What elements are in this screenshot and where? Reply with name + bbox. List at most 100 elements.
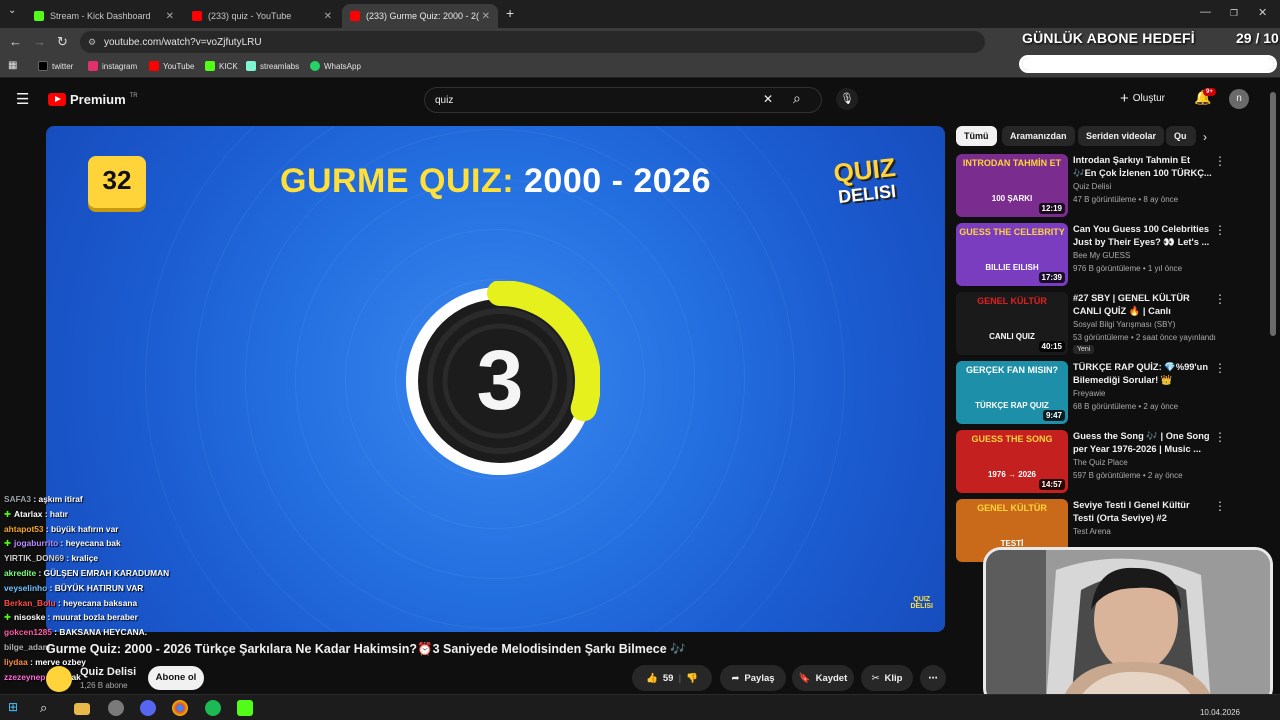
bookmark-streamlabs[interactable]: streamlabs: [246, 61, 299, 71]
tab-list-icon[interactable]: ⌄: [8, 5, 16, 16]
recommended-video[interactable]: GUESS THE SONG 1976 → 2026 14:57 Guess the …: [956, 430, 1226, 494]
more-options-icon[interactable]: ⋮: [1214, 361, 1226, 375]
view-count: 976 B görüntüleme: [1073, 264, 1141, 273]
bookmark-instagram[interactable]: instagram: [88, 61, 137, 71]
bookmark-kick[interactable]: KICK: [205, 61, 238, 71]
more-actions-button[interactable]: ⋯: [920, 665, 946, 691]
account-avatar[interactable]: n: [1229, 89, 1249, 109]
chip-series[interactable]: Seriden videolar: [1078, 126, 1165, 146]
logo-region: TR: [129, 92, 138, 99]
video-duration: 17:39: [1038, 272, 1065, 283]
create-button[interactable]: + Oluştur: [1120, 90, 1165, 107]
windows-start-icon[interactable]: ⊞: [8, 700, 24, 716]
recommended-title[interactable]: Introdan Şarkıyı Tahmin Et 🎶En Çok İzlen…: [1073, 154, 1213, 180]
more-options-icon[interactable]: ⋮: [1214, 292, 1226, 306]
divider: |: [678, 672, 682, 684]
upload-age: 8 ay önce: [1143, 195, 1179, 204]
chip-from-search[interactable]: Aramanızdan: [1002, 126, 1075, 146]
apps-grid-icon[interactable]: ▦: [8, 60, 17, 71]
recommended-channel[interactable]: Test Arena: [1073, 527, 1111, 536]
chip-quiz[interactable]: Qu: [1166, 126, 1196, 146]
spotify-icon[interactable]: [205, 700, 221, 716]
recommended-title[interactable]: #27 SBY | GENEL KÜLTÜR CANLI QUİZ 🔥 | Ca…: [1073, 292, 1213, 318]
forward-icon[interactable]: →: [33, 34, 46, 49]
more-options-icon[interactable]: ⋮: [1214, 430, 1226, 444]
video-thumbnail[interactable]: INTRODAN TAHMİN ET 100 ŞARKI 12:19: [956, 154, 1068, 217]
clear-search-icon[interactable]: ✕: [763, 92, 773, 106]
chat-username: jogaburrito: [14, 538, 59, 549]
channel-avatar[interactable]: [46, 666, 72, 692]
hamburger-menu-icon[interactable]: ☰: [16, 90, 29, 108]
maximize-icon[interactable]: ❐: [1230, 8, 1238, 19]
more-options-icon[interactable]: ⋮: [1214, 154, 1226, 168]
recommended-channel[interactable]: Freyawie: [1073, 389, 1105, 398]
like-button[interactable]: 👍 59: [646, 673, 673, 684]
discord-icon[interactable]: [140, 700, 156, 716]
browser-tab-youtube-search[interactable]: (233) quiz - YouTube ✕: [184, 4, 340, 28]
close-tab-icon[interactable]: ✕: [482, 11, 490, 22]
recommended-title[interactable]: Guess the Song 🎶 | One Song per Year 197…: [1073, 430, 1213, 456]
video-thumbnail[interactable]: GUESS THE SONG 1976 → 2026 14:57: [956, 430, 1068, 493]
chrome-icon[interactable]: [172, 700, 188, 716]
chat-separator: :: [47, 582, 55, 593]
recommended-video[interactable]: INTRODAN TAHMİN ET 100 ŞARKI 12:19 Introdan…: [956, 154, 1226, 218]
recommended-title[interactable]: TÜRKÇE RAP QUİZ: 💎%99'un Bilemediği Soru…: [1073, 361, 1213, 387]
search-icon[interactable]: ⌕: [40, 700, 56, 716]
youtube-logo[interactable]: Premium TR: [48, 92, 138, 107]
browser-tab-strip: ⌄ Stream - Kick Dashboard ✕ (233) quiz -…: [0, 0, 1280, 28]
chip-scroll-right-icon[interactable]: ›: [1203, 130, 1207, 144]
save-button[interactable]: 🔖 Kaydet: [792, 665, 854, 691]
page-scrollbar[interactable]: [1270, 92, 1276, 336]
clip-button[interactable]: ✂ Klip: [861, 665, 913, 691]
browser-tab-kick[interactable]: Stream - Kick Dashboard ✕: [26, 4, 182, 28]
taskbar-date: 10.04.2026: [1199, 708, 1240, 717]
recommended-meta: 597 B görüntüleme • 2 ay önce: [1073, 471, 1183, 480]
video-thumbnail[interactable]: GUESS THE CELEBRITY BILLIE EILISH 17:39: [956, 223, 1068, 286]
thumbs-down-icon: 👎: [686, 672, 698, 684]
recommended-channel[interactable]: Sosyal Bilgi Yarışması (SBY): [1073, 320, 1175, 329]
logo-text: Premium: [70, 92, 126, 107]
subscriber-goal-label: GÜNLÜK ABONE HEDEFİ: [1022, 30, 1195, 46]
recommended-title[interactable]: Can You Guess 100 Celebrities Just by Th…: [1073, 223, 1213, 249]
thumbnail-subtext: CANLI QUIZ: [989, 332, 1035, 341]
chip-all[interactable]: Tümü: [956, 126, 997, 146]
dislike-button[interactable]: 👎: [686, 673, 698, 684]
app-icon[interactable]: [108, 700, 124, 716]
recommended-channel[interactable]: The Quiz Place: [1073, 458, 1128, 467]
recommended-video[interactable]: GENEL KÜLTÜR CANLI QUIZ 40:15 #27 SBY | GEN…: [956, 292, 1226, 356]
bookmark-youtube[interactable]: YouTube: [149, 61, 194, 71]
recommended-video[interactable]: GERÇEK FAN MISIN? TÜRKÇE RAP QUIZ 9:47 TÜRK…: [956, 361, 1226, 425]
browser-tab-video[interactable]: (233) Gurme Quiz: 2000 - 2( ✕: [342, 4, 498, 28]
microphone-icon[interactable]: 🎙: [836, 88, 858, 110]
file-explorer-icon[interactable]: [74, 703, 90, 715]
search-input[interactable]: quiz ✕ ⌕: [424, 87, 822, 113]
close-window-icon[interactable]: ✕: [1258, 6, 1267, 19]
kick-app-icon[interactable]: [237, 700, 253, 716]
share-button[interactable]: ➦ Paylaş: [720, 665, 786, 691]
video-thumbnail[interactable]: GERÇEK FAN MISIN? TÜRKÇE RAP QUIZ 9:47: [956, 361, 1068, 424]
bookmark-whatsapp[interactable]: WhatsApp: [310, 61, 361, 71]
video-duration: 9:47: [1042, 410, 1065, 421]
video-thumbnail[interactable]: GENEL KÜLTÜR CANLI QUIZ 40:15: [956, 292, 1068, 355]
recommended-video[interactable]: GUESS THE CELEBRITY BILLIE EILISH 17:39 Can…: [956, 223, 1226, 287]
close-tab-icon[interactable]: ✕: [166, 11, 174, 22]
bookmark-twitter[interactable]: twitter: [38, 61, 73, 71]
more-options-icon[interactable]: ⋮: [1214, 223, 1226, 237]
site-info-icon[interactable]: ⚙: [88, 37, 96, 48]
back-icon[interactable]: ←: [9, 34, 22, 49]
search-icon[interactable]: ⌕: [793, 90, 801, 107]
minimize-icon[interactable]: —: [1200, 6, 1211, 18]
channel-name[interactable]: Quiz Delisi: [80, 666, 136, 678]
recommended-channel[interactable]: Quiz Delisi: [1073, 182, 1111, 191]
new-tab-icon[interactable]: +: [506, 5, 514, 21]
reload-icon[interactable]: ↻: [57, 34, 68, 50]
recommended-channel[interactable]: Bee My GUESS: [1073, 251, 1130, 260]
x-logo-icon: [38, 61, 48, 71]
more-options-icon[interactable]: ⋮: [1214, 499, 1226, 513]
subscribe-button[interactable]: Abone ol: [148, 666, 204, 690]
chat-message: ✚ nisoske : muurat bozla beraber: [4, 612, 304, 627]
close-tab-icon[interactable]: ✕: [324, 11, 332, 22]
chat-message: SAFA3 : aşkım itiraf: [4, 494, 304, 509]
url-field[interactable]: ⚙ youtube.com/watch?v=voZjfutyLRU: [80, 31, 985, 53]
recommended-title[interactable]: Seviye Testi I Genel Kültür Testi (Orta …: [1073, 499, 1213, 525]
